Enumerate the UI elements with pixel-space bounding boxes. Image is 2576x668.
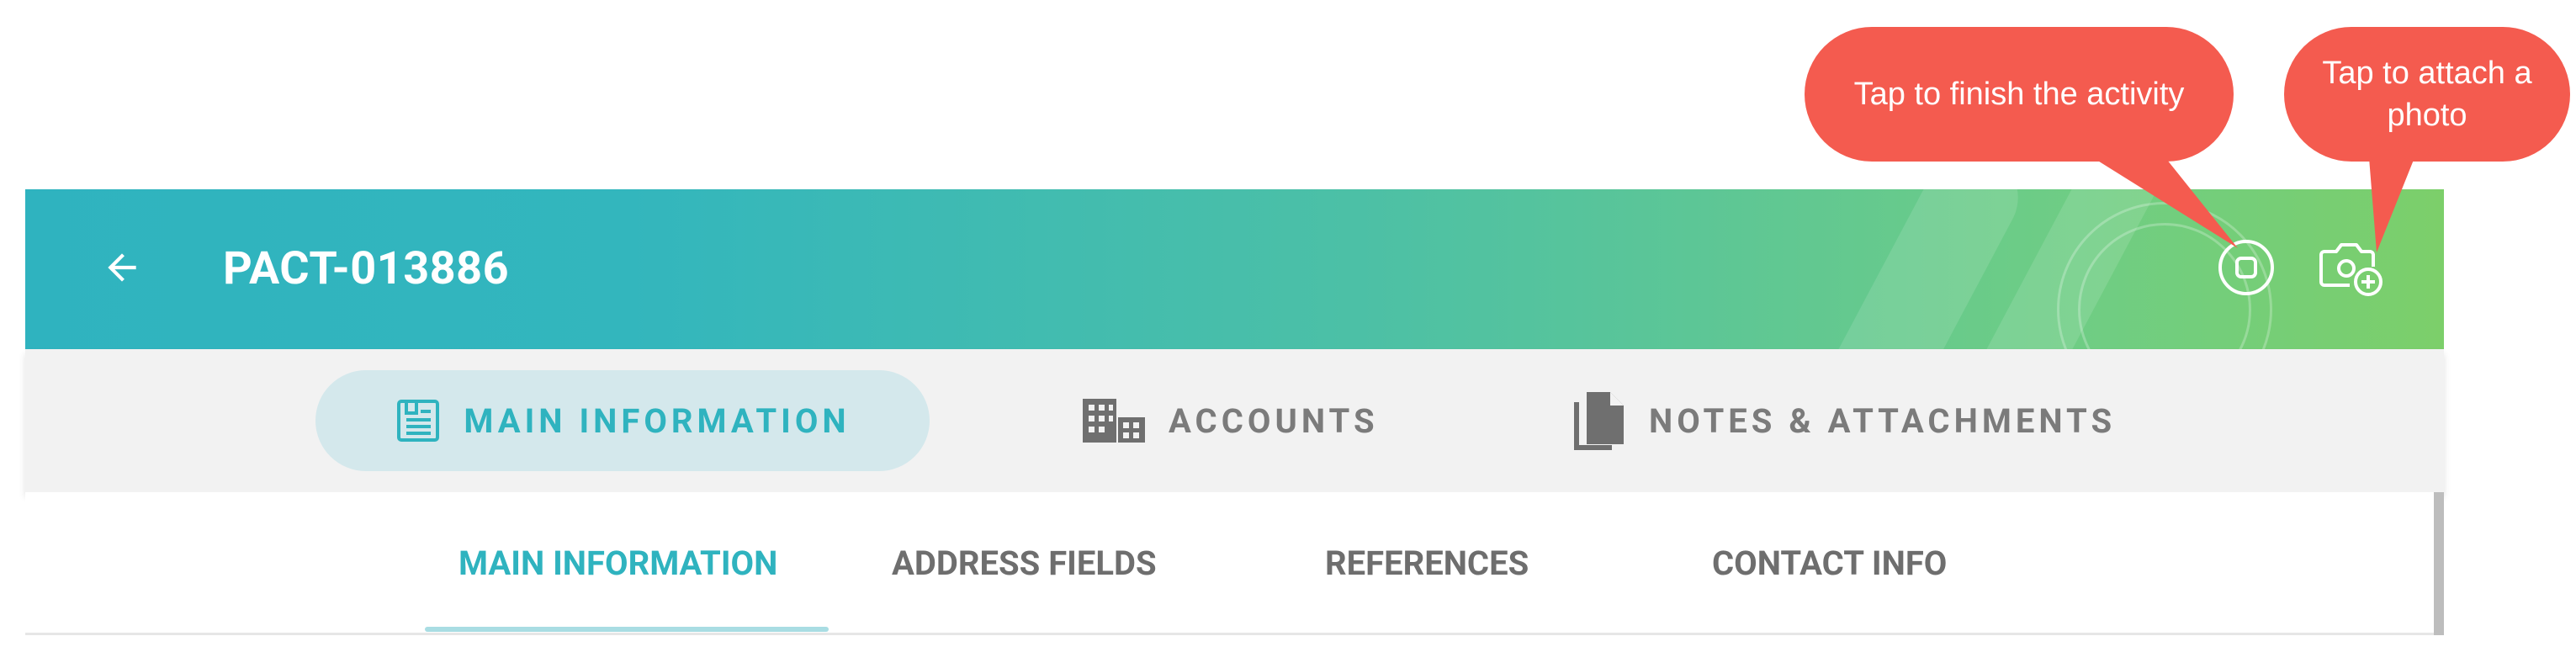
attach-photo-callout: Tap to attach a photo — [2284, 27, 2570, 162]
callout-text: Tap to attach a photo — [2322, 56, 2532, 133]
sub-tab-bar: MAIN INFORMATION ADDRESS FIELDS REFERENC… — [25, 492, 2444, 635]
scrollbar[interactable] — [2434, 492, 2444, 635]
subtab-contact-info[interactable]: CONTACT INFO — [1712, 492, 1947, 635]
files-icon — [1573, 390, 1627, 451]
tab-label: MAIN INFORMATION — [464, 400, 851, 441]
main-tab-bar: MAIN INFORMATION ACCOUNTS NOTES & ATTACH… — [25, 349, 2444, 492]
tab-accounts[interactable]: ACCOUNTS — [1081, 370, 1379, 471]
tab-notes-attachments[interactable]: NOTES & ATTACHMENTS — [1573, 370, 2116, 471]
callout-text: Tap to finish the activity — [1853, 77, 2185, 112]
building-icon — [1081, 397, 1147, 444]
divider — [25, 633, 2444, 635]
arrow-left-icon — [101, 247, 143, 292]
page-title: PACT-013886 — [223, 242, 510, 295]
tab-label: ACCOUNTS — [1169, 400, 1379, 441]
document-list-icon — [395, 397, 442, 444]
active-tab-indicator — [425, 627, 829, 632]
subtab-main-information[interactable]: MAIN INFORMATION — [458, 492, 777, 635]
back-button[interactable] — [93, 240, 151, 299]
subtab-references[interactable]: REFERENCES — [1325, 492, 1529, 635]
callout-pointer — [2368, 147, 2419, 252]
subtab-address-fields[interactable]: ADDRESS FIELDS — [892, 492, 1157, 635]
tab-main-information[interactable]: MAIN INFORMATION — [315, 370, 930, 471]
tab-label: NOTES & ATTACHMENTS — [1649, 400, 2117, 441]
finish-activity-callout: Tap to finish the activity — [1805, 27, 2234, 162]
